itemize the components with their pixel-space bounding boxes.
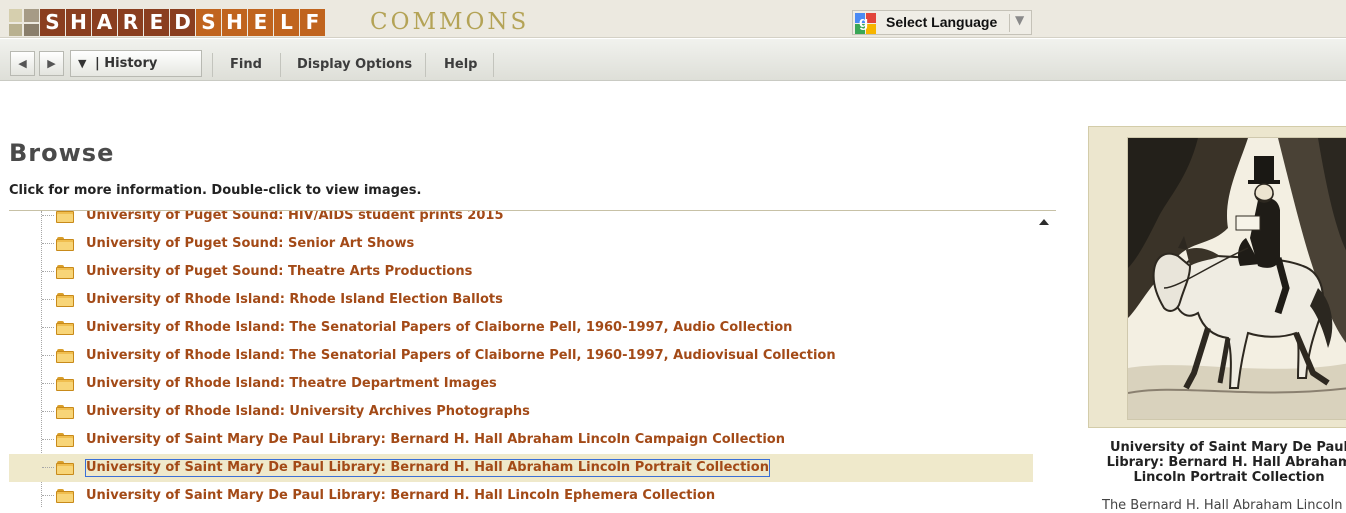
folder-icon: [56, 405, 74, 419]
logo-letter: F: [300, 9, 325, 36]
back-arrow-icon: ◀: [18, 57, 27, 70]
folder-icon: [56, 293, 74, 307]
tree-row[interactable]: University of Rhode Island: The Senatori…: [9, 342, 1033, 370]
collection-link[interactable]: University of Saint Mary De Paul Library…: [86, 488, 715, 504]
logo-letter: D: [170, 9, 195, 36]
google-g-icon: g: [855, 13, 877, 34]
collection-tree: University of Puget Sound: HIV/AIDS stud…: [9, 211, 1033, 507]
logo-letter: H: [222, 9, 247, 36]
logo-letter: S: [196, 9, 221, 36]
tree-row[interactable]: University of Puget Sound: Senior Art Sh…: [9, 230, 1033, 258]
language-select-label: Select Language: [886, 14, 998, 30]
logo-commons-text: COMMONS: [370, 9, 530, 35]
folder-icon: [56, 321, 74, 335]
collection-link[interactable]: University of Rhode Island: The Senatori…: [86, 348, 836, 364]
logo-wordmark: SHAREDSHELF: [40, 9, 326, 36]
folder-icon: [56, 349, 74, 363]
menu-display-options[interactable]: Display Options: [297, 57, 412, 72]
tree-row[interactable]: University of Saint Mary De Paul Library…: [9, 426, 1033, 454]
preview-caption: University of Saint Mary De Paul Library…: [1106, 440, 1346, 485]
forward-button[interactable]: ▶: [39, 51, 64, 76]
tree-row[interactable]: University of Rhode Island: The Senatori…: [9, 314, 1033, 342]
language-select[interactable]: g Select Language ▼: [852, 10, 1032, 35]
logo-letter: L: [274, 9, 299, 36]
tree-row[interactable]: University of Rhode Island: Theatre Depa…: [9, 370, 1033, 398]
menu-find[interactable]: Find: [230, 57, 262, 72]
collection-link[interactable]: University of Rhode Island: The Senatori…: [86, 320, 792, 336]
folder-icon: [56, 211, 74, 223]
collection-link[interactable]: University of Puget Sound: Theatre Arts …: [86, 264, 472, 280]
collection-link[interactable]: University of Rhode Island: University A…: [86, 404, 530, 420]
scroll-up-arrow-icon[interactable]: [1039, 219, 1049, 225]
tree-row[interactable]: University of Saint Mary De Paul Library…: [9, 482, 1033, 507]
collection-link[interactable]: University of Puget Sound: HIV/AIDS stud…: [86, 211, 504, 224]
tree-row[interactable]: University of Puget Sound: HIV/AIDS stud…: [9, 211, 1033, 230]
collection-link[interactable]: University of Saint Mary De Paul Library…: [86, 432, 785, 448]
preview-thumbnail[interactable]: [1127, 137, 1346, 420]
collection-link[interactable]: University of Puget Sound: Senior Art Sh…: [86, 236, 414, 252]
folder-icon: [56, 461, 74, 475]
logo-letter: A: [92, 9, 117, 36]
logo-letter: E: [144, 9, 169, 36]
tree-row[interactable]: University of Rhode Island: Rhode Island…: [9, 286, 1033, 314]
history-label: | History: [95, 56, 158, 71]
folder-icon: [56, 433, 74, 447]
tree-scrollbar[interactable]: [1033, 211, 1056, 507]
collection-link[interactable]: University of Rhode Island: Theatre Depa…: [86, 376, 497, 392]
logo-letter: E: [248, 9, 273, 36]
top-banner: SHAREDSHELF COMMONS g Select Language ▼: [0, 0, 1346, 38]
logo-mark-icon: [9, 9, 39, 36]
tree-row[interactable]: University of Puget Sound: Theatre Arts …: [9, 258, 1033, 286]
toolbar: ◀ ▶ ▼ | History Find Display Options Hel…: [0, 39, 1346, 81]
page-title: Browse: [9, 139, 115, 167]
folder-icon: [56, 237, 74, 251]
lincoln-on-horse-illustration: [1128, 138, 1346, 419]
chevron-down-icon: ▼: [78, 57, 87, 70]
collection-link[interactable]: University of Saint Mary De Paul Library…: [85, 459, 770, 477]
dropdown-arrow-icon: ▼: [1015, 13, 1025, 27]
logo-letter: H: [66, 9, 91, 36]
preview-panel: [1088, 126, 1346, 428]
folder-icon: [56, 377, 74, 391]
forward-arrow-icon: ▶: [47, 57, 56, 70]
back-button[interactable]: ◀: [10, 51, 35, 76]
preview-description: The Bernard H. Hall Abraham Lincoln: [1102, 498, 1343, 513]
history-dropdown[interactable]: ▼ | History: [70, 50, 202, 77]
logo-letter: S: [40, 9, 65, 36]
browse-instructions: Click for more information. Double-click…: [9, 183, 422, 198]
logo-letter: R: [118, 9, 143, 36]
folder-icon: [56, 489, 74, 503]
tree-row-selected[interactable]: University of Saint Mary De Paul Library…: [9, 454, 1033, 482]
menu-help[interactable]: Help: [444, 57, 477, 72]
collection-link[interactable]: University of Rhode Island: Rhode Island…: [86, 292, 503, 308]
tree-row[interactable]: University of Rhode Island: University A…: [9, 398, 1033, 426]
folder-icon: [56, 265, 74, 279]
